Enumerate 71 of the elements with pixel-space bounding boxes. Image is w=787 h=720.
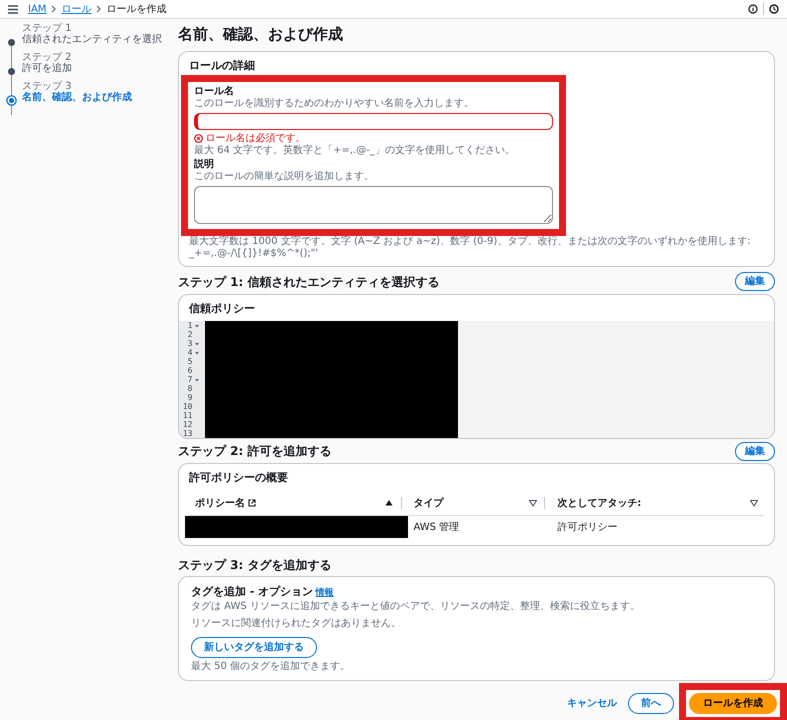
external-link-icon [248, 499, 256, 507]
line-number: 4 [188, 348, 192, 357]
line-number: 6 [188, 366, 192, 375]
chevron-right-icon [96, 5, 102, 13]
step-dot-icon [6, 37, 17, 48]
column-header[interactable]: ポリシー名 [195, 496, 245, 510]
line-number: 12 [182, 420, 192, 429]
sort-ascending-icon[interactable] [385, 499, 393, 507]
sort-icon[interactable] [528, 499, 537, 507]
step-label: ステップ 2 [22, 52, 73, 63]
column-header[interactable]: タイプ [414, 496, 444, 510]
text-area[interactable] [194, 186, 553, 224]
description-text: タグは AWS リソースに追加できるキーと値のペアで、リソースの特定、整理、検索に役立ちます。 [191, 600, 641, 612]
breadcrumb-link[interactable]: ロール [61, 2, 92, 16]
card-title: タグを追加 - オプション [191, 584, 314, 600]
column-header[interactable]: 次としてアタッチ: [557, 496, 642, 510]
field-hint: このロールを識別するためのわかりやすい名前を入力します。 [194, 98, 475, 110]
limit-text: 最大 50 個のタグを追加できます。 [191, 660, 352, 672]
error-message: ロール名は必須です。 [206, 132, 306, 144]
line-number: 13 [182, 429, 192, 438]
line-number: 1 [188, 321, 192, 330]
error-icon [194, 134, 203, 143]
card-title: 信頼ポリシー [189, 300, 256, 316]
line-number: 11 [182, 411, 192, 420]
constraint-text: 最大 64 文字です。英数字と「+=,.@-_」の文字を使用してください。 [194, 144, 516, 156]
fold-caret-icon [195, 342, 199, 346]
info-link[interactable]: 情報 [316, 587, 334, 600]
step-link[interactable]: 信頼されたエンティティを選択 [22, 34, 168, 46]
section-title: ステップ 2: 許可を追加する [178, 443, 332, 460]
card-title: 許可ポリシーの概要 [189, 470, 289, 486]
step-label: ステップ 1 [22, 23, 73, 34]
field-hint: このロールの簡単な説明を追加します。 [194, 171, 375, 183]
line-number: 3 [188, 339, 192, 348]
fold-caret-icon [195, 350, 199, 354]
constraint-text: 最大文字数は 1000 文字です。文字 (A~Z および a~z)、数字 (0-9)、タブ、改行、または次の文字のいずれかを使用します: _+=,.@-/\[{]}!#$%^*();"' [189, 236, 752, 260]
previous-button[interactable]: 前へ [628, 693, 674, 714]
step-dot-icon [6, 66, 17, 77]
step-link[interactable]: 許可を追加 [22, 63, 168, 75]
table-cell-text: 許可ポリシー [556, 520, 618, 534]
line-number: 5 [188, 357, 192, 366]
create-role-button[interactable]: ロールを作成 [689, 693, 777, 714]
info-icon[interactable] [748, 4, 758, 14]
section-title: ステップ 3: タグを追加する [178, 556, 332, 574]
table-cell-text: AWS 管理 [412, 520, 460, 534]
line-number: 8 [188, 384, 192, 393]
fold-caret-icon [195, 324, 199, 328]
line-number: 7 [188, 375, 192, 384]
step-link[interactable]: 名前、確認、および作成 [22, 92, 168, 104]
add-tag-button[interactable]: 新しいタグを追加する [191, 637, 317, 658]
breadcrumb-link[interactable]: IAM [28, 2, 46, 16]
section-title: ステップ 1: 信頼されたエンティティを選択する [178, 274, 440, 290]
page-title: 名前、確認、および作成 [178, 25, 344, 43]
empty-state-text: リソースに関連付けられたタグはありません。 [191, 618, 402, 630]
line-number: 10 [182, 402, 192, 411]
field-label: 説明 [194, 159, 215, 171]
edit-button[interactable]: 編集 [735, 442, 775, 460]
menu-icon[interactable] [8, 4, 18, 14]
step-current-icon [6, 95, 17, 106]
fold-caret-icon [195, 378, 199, 382]
chevron-right-icon [51, 5, 56, 13]
breadcrumb-current: ロールを作成 [106, 2, 166, 16]
clock-icon[interactable] [769, 4, 779, 14]
cancel-button[interactable]: キャンセル [561, 695, 623, 712]
input-field[interactable] [194, 112, 553, 130]
sort-icon[interactable] [750, 499, 758, 507]
card-title: ロールの詳細 [189, 58, 256, 74]
line-number: 2 [188, 330, 192, 339]
field-label: ロール名 [194, 86, 235, 98]
line-number: 9 [188, 393, 192, 402]
edit-button[interactable]: 編集 [735, 272, 775, 291]
step-label: ステップ 3 [22, 81, 72, 92]
